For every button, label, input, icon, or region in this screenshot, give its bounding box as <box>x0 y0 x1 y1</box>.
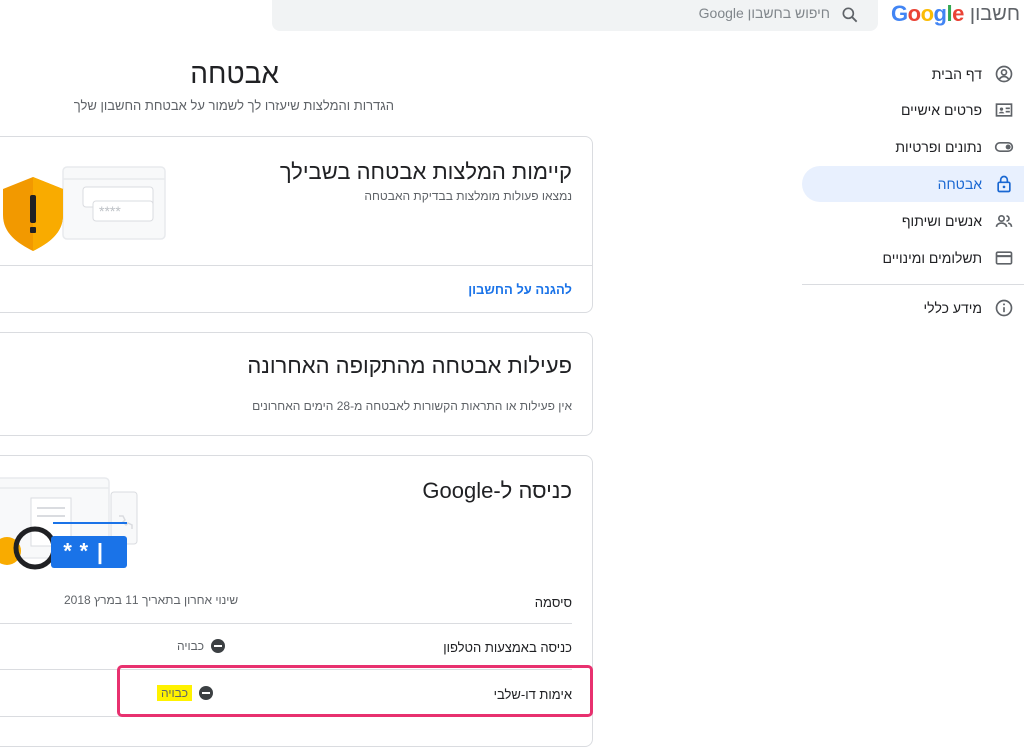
lock-icon <box>992 172 1016 196</box>
password-label: סיסמה <box>534 595 572 610</box>
people-icon <box>992 209 1016 233</box>
sidebar-divider <box>802 284 1024 285</box>
sidebar-item-label: מידע כללי <box>923 300 982 316</box>
sidebar-item-label: אנשים ושיתוף <box>901 213 982 229</box>
row-divider <box>0 623 572 624</box>
page-title: אבטחה <box>190 58 279 89</box>
svg-text:****: **** <box>99 203 121 219</box>
search-icon[interactable] <box>840 5 860 25</box>
sidebar-item-label: תשלומים ומינויים <box>882 250 983 266</box>
credit-card-icon <box>992 246 1016 270</box>
sidebar-item-data-privacy[interactable]: נתונים ופרטיות <box>802 129 1024 165</box>
password-graphic-text: **| <box>61 541 110 566</box>
search-input[interactable]: חיפוש בחשבון Google <box>699 5 830 21</box>
page-subtitle: הגדרות והמלצות שיעזרו לך לשמור על אבטחת … <box>73 98 394 113</box>
password-last-changed: שינוי אחרון בתאריך 11 במרץ 2018 <box>64 593 239 607</box>
card-title: פעילות אבטחה מהתקופה האחרונה <box>247 353 572 378</box>
phone-signin-label: כניסה באמצעות הטלפון <box>443 640 572 655</box>
search-bar[interactable]: חיפוש בחשבון Google <box>272 0 878 31</box>
sidebar-item-payments[interactable]: תשלומים ומינויים <box>802 240 1024 276</box>
sidebar-item-label: דף הבית <box>931 66 982 82</box>
info-icon <box>992 296 1016 320</box>
toggle-icon <box>992 135 1016 159</box>
sidebar-item-security[interactable]: אבטחה <box>802 166 1024 202</box>
card-description: נמצאו פעולות מומלצות בבדיקת האבטחה <box>364 189 572 203</box>
sidebar-item-home[interactable]: דף הבית <box>802 56 1024 92</box>
sidebar-item-label: פרטים אישיים <box>900 102 982 118</box>
google-logo: Google <box>891 1 964 26</box>
card-divider <box>0 265 592 266</box>
card-title: כניסה ל-Google <box>422 478 572 503</box>
shield-warning-illustration: **** <box>3 166 166 251</box>
product-name: חשבון <box>969 2 1020 25</box>
phone-signin-status: כבויה <box>177 639 226 653</box>
two-step-verification-row-annotation[interactable] <box>117 665 593 717</box>
minus-circle-icon <box>211 639 226 653</box>
card-description: אין פעילות או התראות הקשורות לאבטחה מ-28… <box>252 399 572 413</box>
status-text: כבויה <box>177 639 205 653</box>
sidebar-item-people-sharing[interactable]: אנשים ושיתוף <box>802 203 1024 239</box>
security-recommendations-card[interactable]: קיימות המלצות אבטחה בשבילך נמצאו פעולות … <box>0 136 593 313</box>
sidebar-item-label: נתונים ופרטיות <box>895 139 982 155</box>
sidebar-item-about[interactable]: מידע כללי <box>802 290 1024 326</box>
google-account-logo[interactable]: Google חשבון <box>891 1 1020 26</box>
id-card-icon <box>992 98 1016 122</box>
sidebar-item-personal-info[interactable]: פרטים אישיים <box>802 92 1024 128</box>
recent-security-activity-card[interactable]: פעילות אבטחה מהתקופה האחרונה אין פעילות … <box>0 332 593 436</box>
card-title: קיימות המלצות אבטחה בשבילך <box>279 159 572 184</box>
person-circle-icon <box>992 62 1016 86</box>
protect-account-link[interactable]: להגנה על החשבון <box>468 282 572 297</box>
sidebar-item-label: אבטחה <box>937 176 982 192</box>
